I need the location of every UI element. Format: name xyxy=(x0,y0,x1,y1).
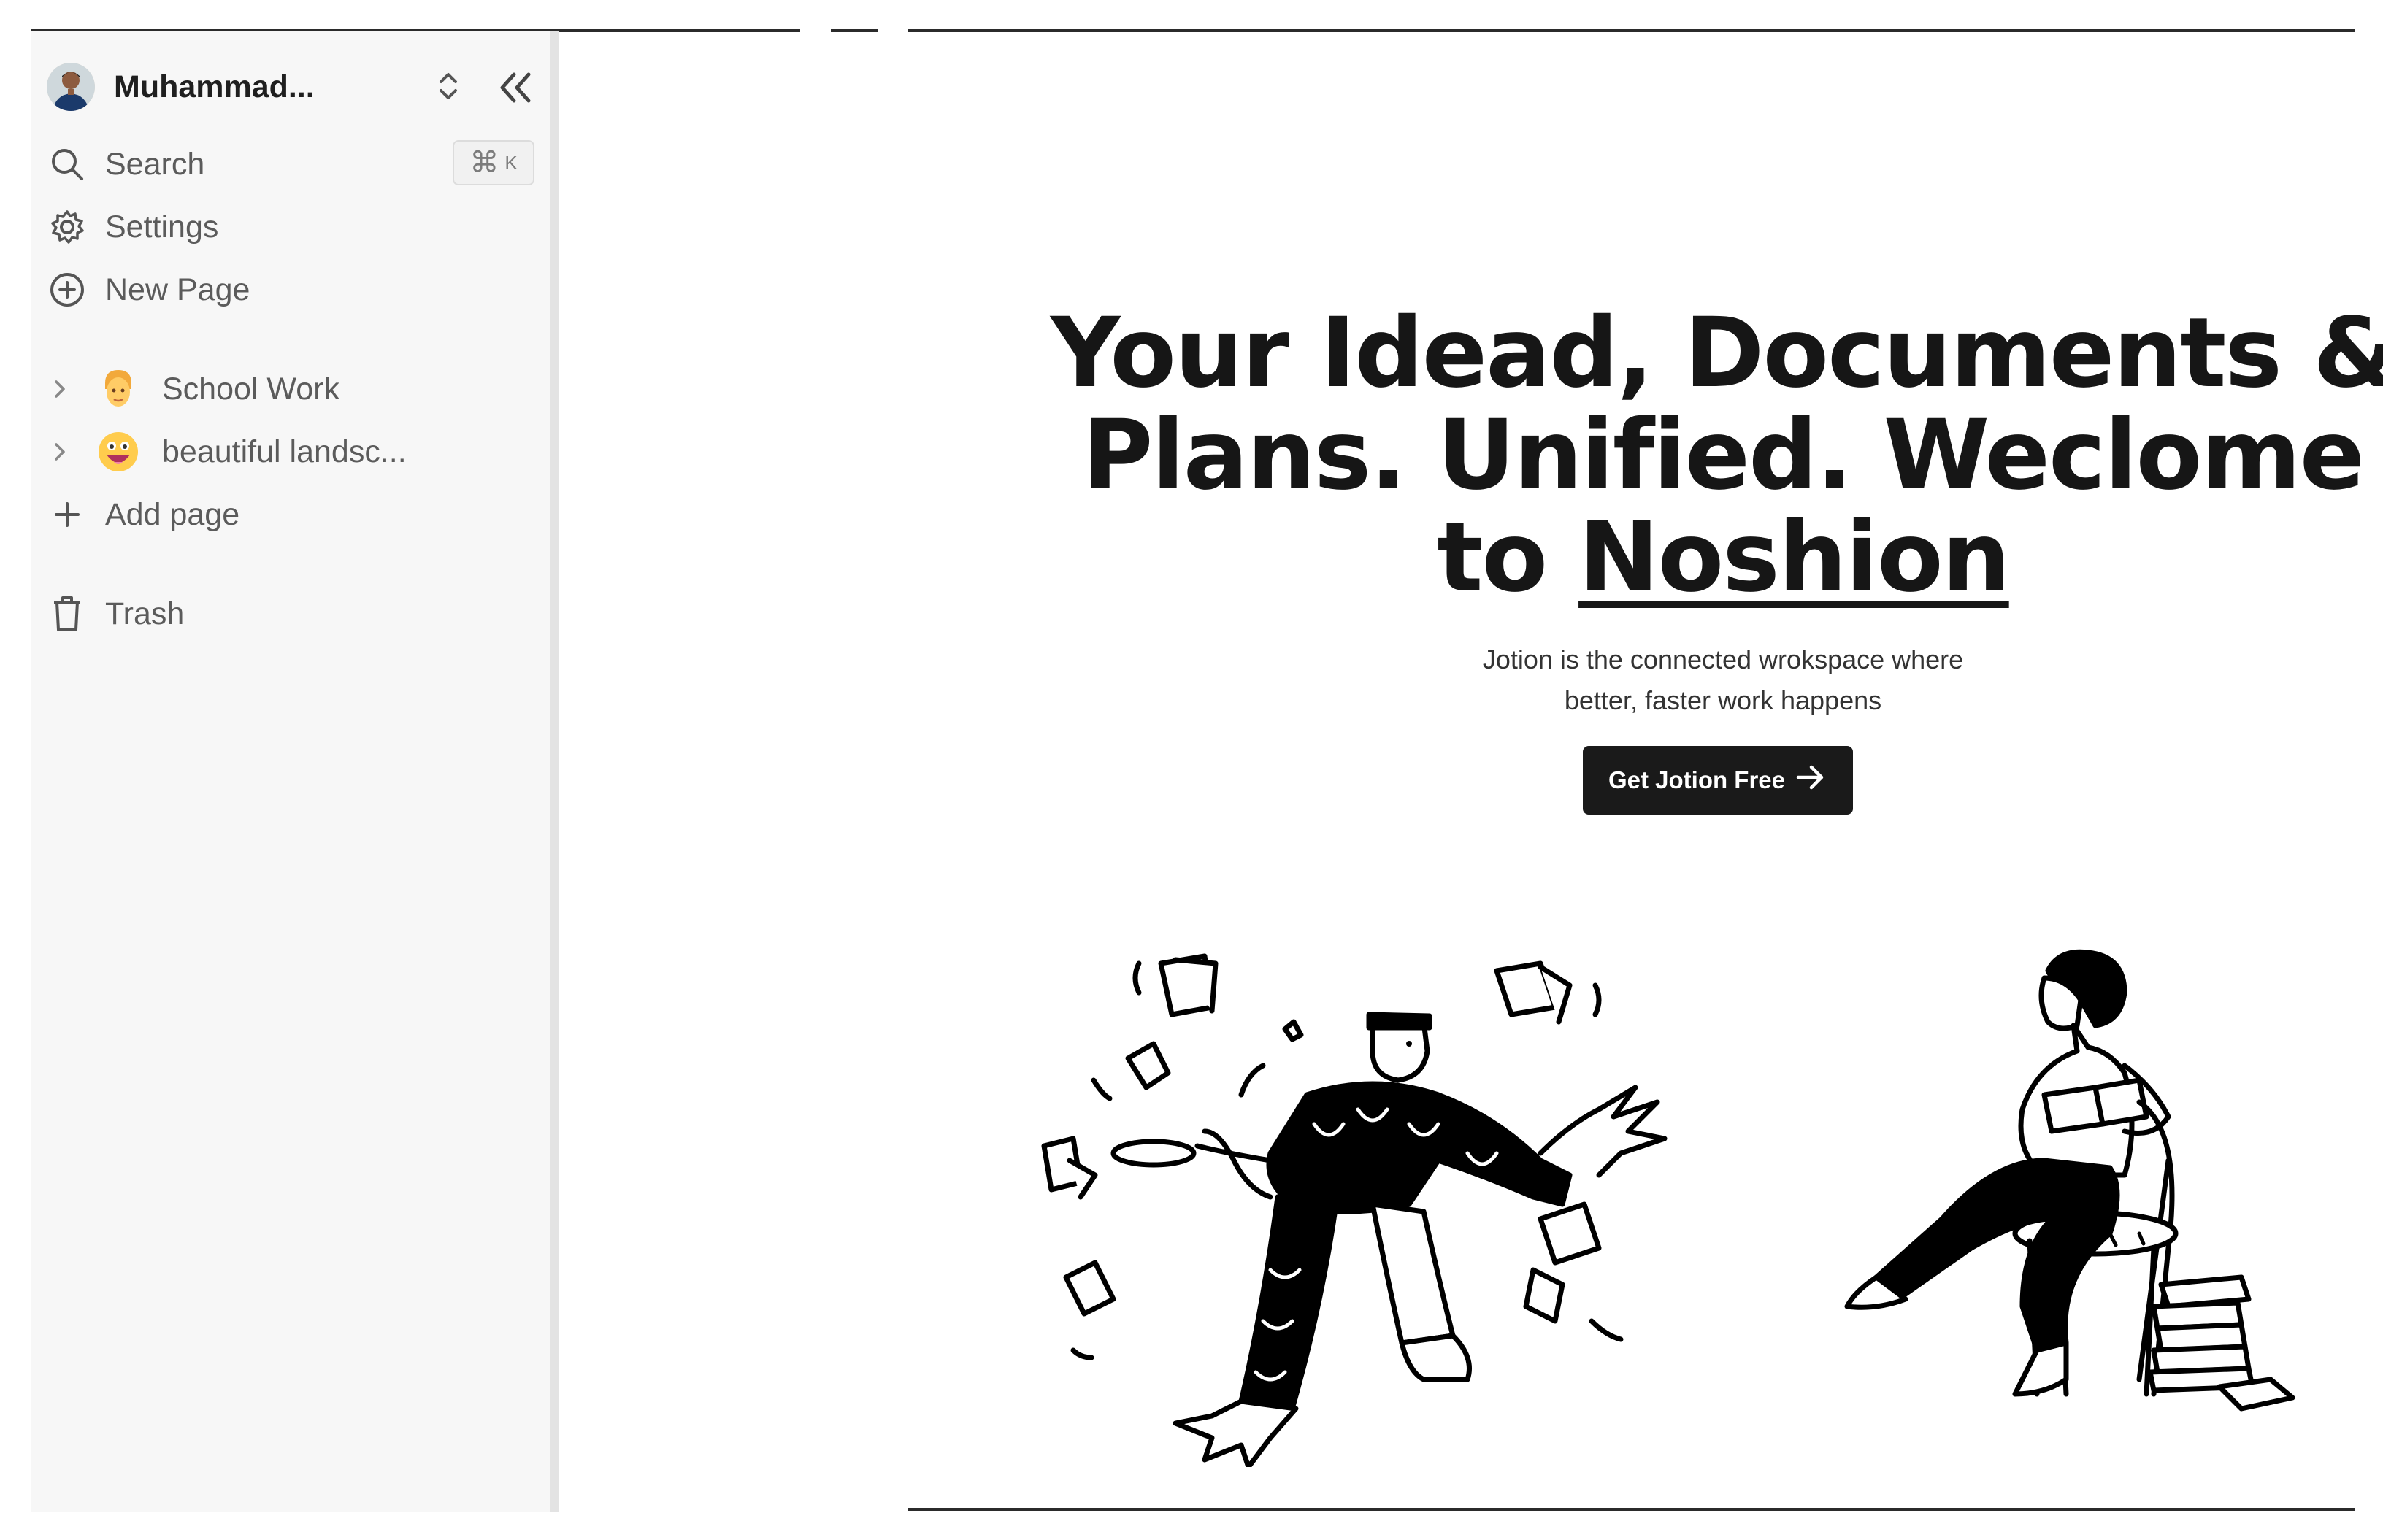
search-shortcut-badge: ⌘ K xyxy=(453,140,534,185)
shortcut-key: K xyxy=(504,151,518,174)
add-page-button[interactable]: Add page xyxy=(45,488,527,542)
sidebar-resize-handle[interactable] xyxy=(550,31,559,1512)
hero-heading: Your Idead, Documents & Plans. Unified. … xyxy=(1008,302,2383,609)
new-page-label: New Page xyxy=(105,272,250,307)
settings-button[interactable]: Settings xyxy=(45,200,527,254)
person-emoji-icon xyxy=(96,367,140,411)
brand-name: Noshion xyxy=(1578,501,2011,614)
hero-subtitle: Jotion is the connected wrokspace where … xyxy=(1373,639,2073,721)
cta-label: Get Jotion Free xyxy=(1608,766,1786,793)
user-name: Muhammad... xyxy=(114,69,315,104)
search-icon xyxy=(45,142,89,186)
person-reading-in-chair-illustration xyxy=(1844,949,2295,1412)
trash-button[interactable]: Trash xyxy=(45,587,527,641)
plus-circle-icon xyxy=(45,268,89,312)
person-juggling-papers-illustration xyxy=(1041,953,1668,1467)
user-avatar xyxy=(47,63,95,111)
command-key-symbol: ⌘ xyxy=(469,147,499,179)
chevron-right-icon[interactable] xyxy=(45,430,74,474)
collapse-sidebar-icon[interactable] xyxy=(495,66,534,113)
add-page-label: Add page xyxy=(105,496,240,532)
hero-heading-prefix: to xyxy=(1437,501,1579,614)
get-jotion-free-button[interactable]: Get Jotion Free xyxy=(1583,746,1853,815)
sidebar: Muhammad... Search ⌘ K Settings New Page xyxy=(31,31,550,1512)
sidebar-item-label: School Work xyxy=(162,371,339,407)
chevron-up-down-icon[interactable] xyxy=(434,67,463,109)
hero-heading-line-2: Plans. Unified. Weclome xyxy=(1082,399,2365,512)
hero-heading-line-1: Your Idead, Documents & xyxy=(1050,297,2383,409)
sidebar-item-beautiful-landscape[interactable]: beautiful landsc... xyxy=(45,425,527,479)
search-label: Search xyxy=(105,146,205,182)
grinning-face-emoji-icon xyxy=(96,430,140,474)
hero-subtitle-line-1: Jotion is the connected wrokspace where xyxy=(1482,644,1964,674)
trash-label: Trash xyxy=(105,596,185,631)
user-switcher[interactable]: Muhammad... xyxy=(47,60,477,114)
gear-icon xyxy=(45,205,89,249)
top-divider-right xyxy=(908,29,2355,32)
sidebar-item-school-work[interactable]: School Work xyxy=(45,362,527,416)
arrow-right-icon xyxy=(1795,763,1827,798)
sidebar-item-label: beautiful landsc... xyxy=(162,434,407,469)
trash-icon xyxy=(45,592,89,636)
top-divider-middle xyxy=(831,29,878,32)
settings-label: Settings xyxy=(105,209,219,245)
hero-heading-line-3: to Noshion xyxy=(1008,507,2383,609)
plus-icon xyxy=(45,493,89,536)
new-page-button[interactable]: New Page xyxy=(45,263,527,317)
chevron-right-icon[interactable] xyxy=(45,367,74,411)
bottom-divider xyxy=(908,1508,2355,1511)
hero-subtitle-line-2: better, faster work happens xyxy=(1564,685,1882,715)
